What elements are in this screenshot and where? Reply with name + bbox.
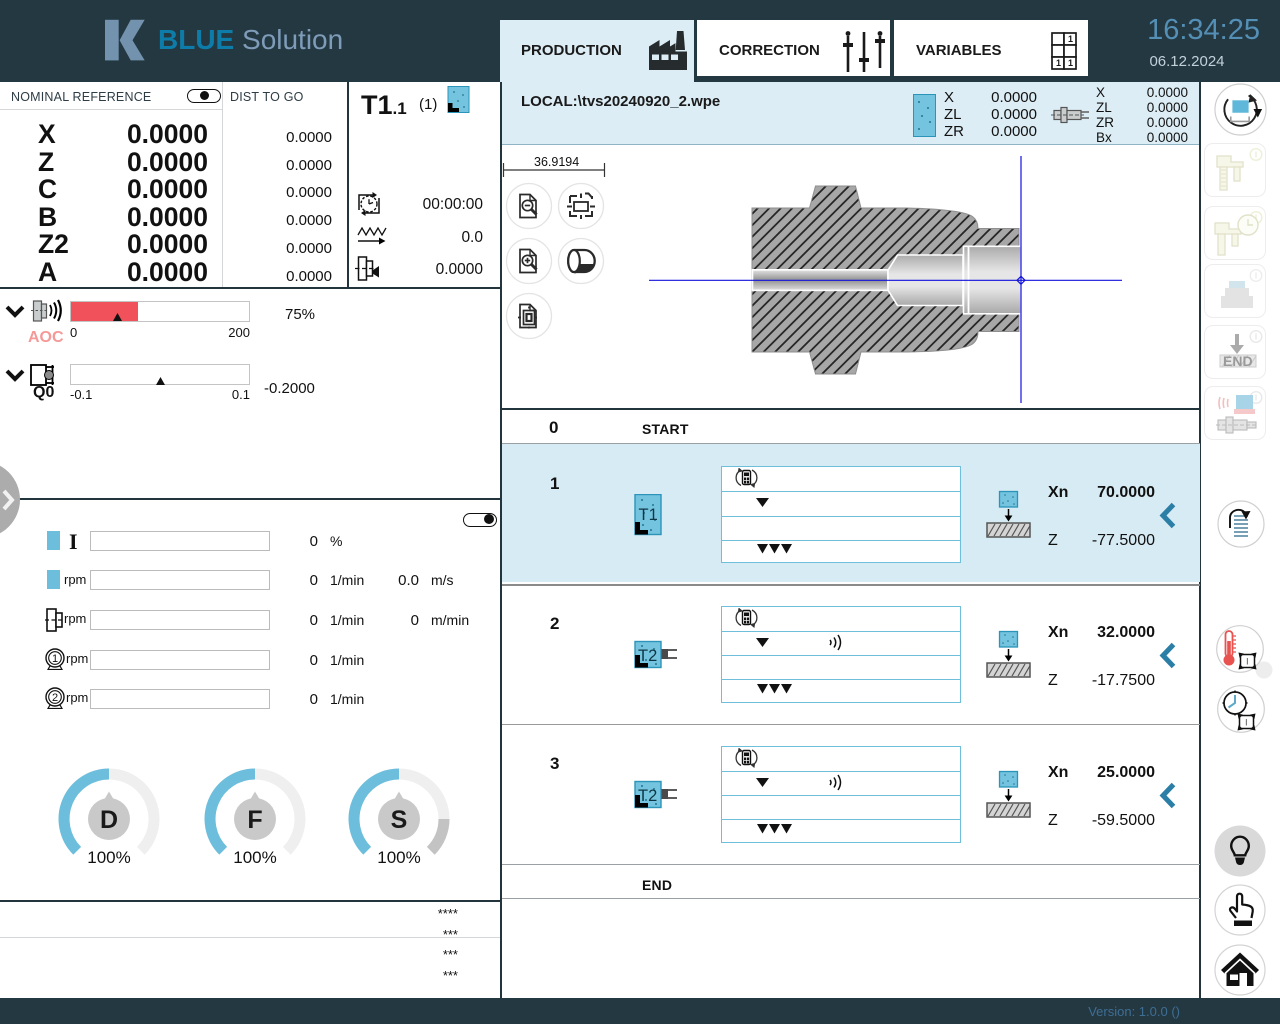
svg-text:END: END xyxy=(1223,353,1253,369)
svg-text:T1: T1 xyxy=(639,506,658,524)
svg-text:I: I xyxy=(1246,657,1249,668)
svg-text:D: D xyxy=(100,806,118,834)
svg-text:1: 1 xyxy=(1068,58,1073,68)
svg-text:1: 1 xyxy=(52,653,58,665)
svg-text:F: F xyxy=(247,806,262,834)
svg-text:T2: T2 xyxy=(638,787,657,805)
svg-text:I: I xyxy=(1245,718,1248,729)
svg-text:1: 1 xyxy=(1056,58,1061,68)
svg-text:T2: T2 xyxy=(638,647,657,665)
svg-text:1: 1 xyxy=(1068,34,1073,44)
svg-text:2: 2 xyxy=(52,692,58,704)
svg-text:S: S xyxy=(391,806,408,834)
svg-text:36.9194: 36.9194 xyxy=(534,155,579,169)
